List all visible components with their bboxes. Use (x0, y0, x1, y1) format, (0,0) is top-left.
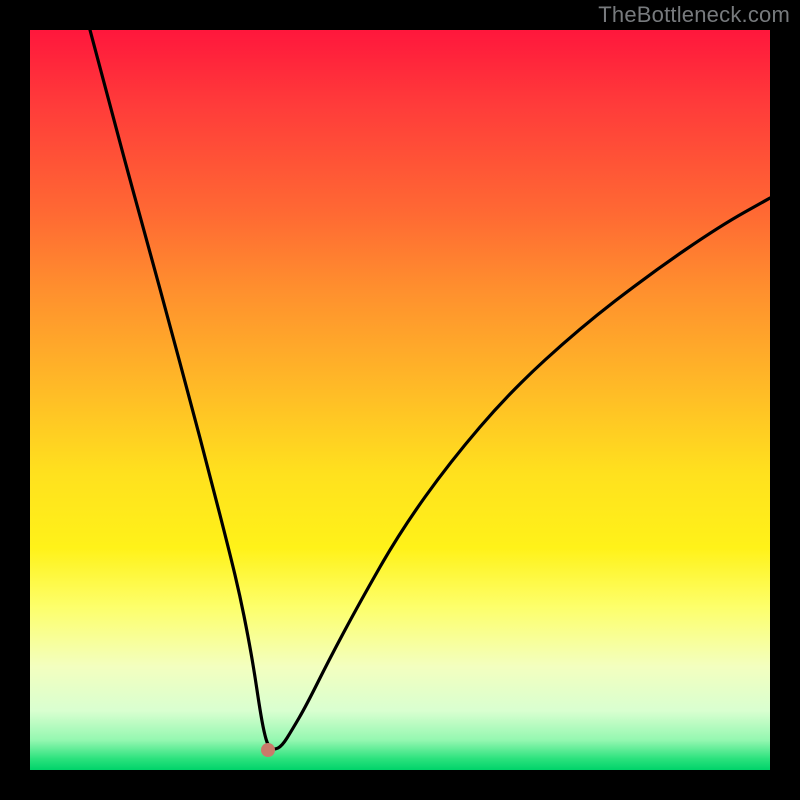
chart-frame: TheBottleneck.com (0, 0, 800, 800)
minimum-marker-dot (261, 743, 275, 757)
plot-area (30, 30, 770, 770)
bottleneck-curve (30, 30, 770, 770)
watermark-text: TheBottleneck.com (598, 2, 790, 28)
